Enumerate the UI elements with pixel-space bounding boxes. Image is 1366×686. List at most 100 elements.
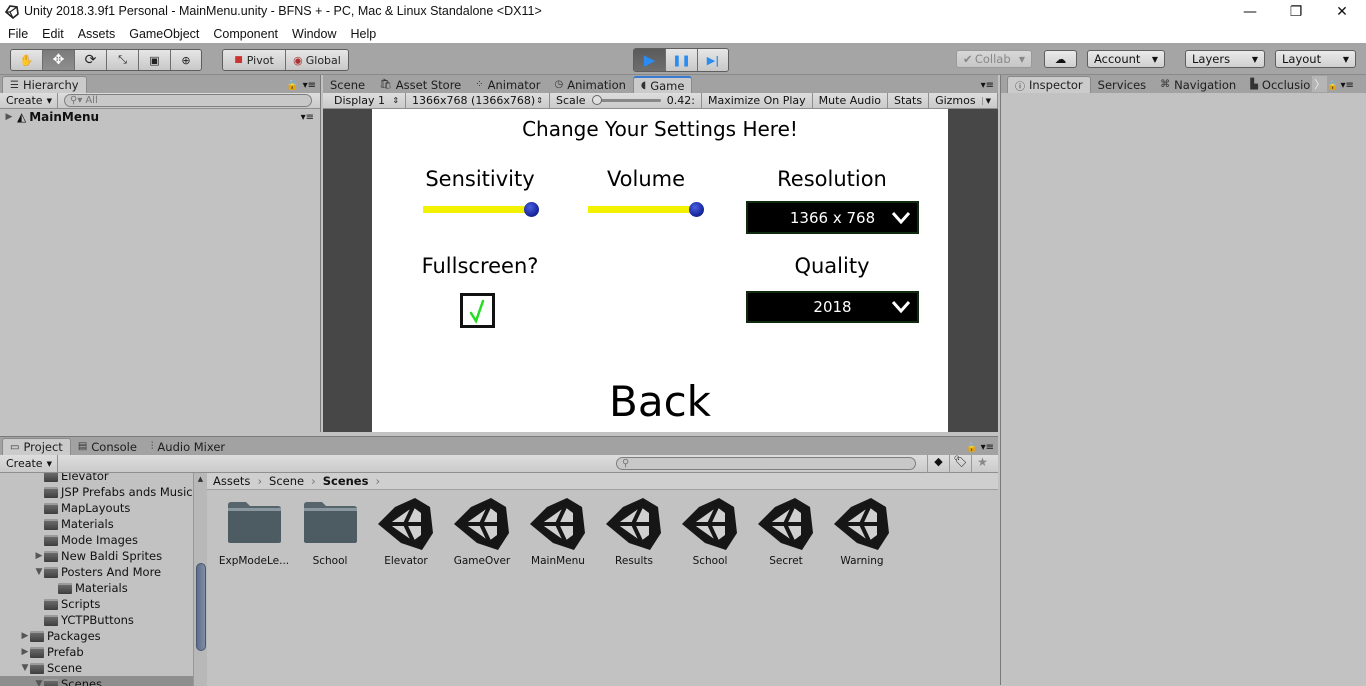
filter-by-type-button[interactable]: ◆ (927, 455, 949, 473)
tab-asset-store[interactable]: 🛍Asset Store (372, 76, 468, 93)
layers-dropdown[interactable]: Layers▼ (1185, 50, 1265, 68)
account-dropdown[interactable]: Account▼ (1087, 50, 1165, 68)
project-tree-item[interactable]: Elevator (34, 473, 109, 484)
favorites-button[interactable]: ★ (971, 455, 993, 473)
project-tree-item[interactable]: ▶Packages (20, 628, 101, 644)
menu-help[interactable]: Help (350, 27, 376, 41)
layout-dropdown[interactable]: Layout▼ (1275, 50, 1356, 68)
project-tree-item[interactable]: Mode Images (34, 532, 138, 548)
hand-tool-button[interactable]: ✋ (11, 50, 43, 70)
expanded-arrow-icon[interactable]: ▼ (34, 567, 44, 577)
menu-component[interactable]: Component (213, 27, 278, 41)
expand-arrow-icon[interactable]: ▶ (4, 112, 14, 122)
asset-folder[interactable]: School (292, 491, 368, 575)
scale-slider-handle[interactable] (592, 95, 602, 105)
panel-menu-icon[interactable]: ▾≡ (1341, 80, 1354, 91)
scroll-up-icon[interactable]: ▲ (194, 475, 207, 483)
collapsed-arrow-icon[interactable]: ▶ (20, 631, 30, 641)
hierarchy-search-input[interactable]: ⚲▾All (64, 94, 312, 107)
expanded-arrow-icon[interactable]: ▼ (20, 663, 30, 673)
panel-menu-icon[interactable]: ▾≡ (981, 80, 994, 91)
project-tree-item[interactable]: ▶New Baldi Sprites (34, 548, 162, 564)
back-button[interactable]: Back (560, 377, 760, 426)
volume-slider[interactable] (588, 206, 696, 214)
breadcrumb-scenes[interactable]: Scenes (323, 474, 369, 488)
stats-toggle[interactable]: Stats (888, 93, 929, 109)
restore-button[interactable]: ❐ (1273, 0, 1319, 24)
project-tree-item[interactable]: Materials (48, 580, 128, 596)
asset-scene[interactable]: GameOver (444, 491, 520, 575)
scale-slider[interactable] (592, 99, 661, 102)
collapsed-arrow-icon[interactable]: ▶ (20, 647, 30, 657)
tab-animation[interactable]: ◷Animation (548, 76, 633, 93)
asset-folder[interactable]: ExpModeLe... (216, 491, 292, 575)
tab-scene[interactable]: Scene (323, 76, 372, 93)
play-button[interactable]: ▶ (634, 49, 666, 71)
rect-tool-button[interactable]: ▣ (139, 50, 171, 70)
global-button[interactable]: ◉Global (286, 50, 348, 70)
lock-icon[interactable]: 🔒 (1327, 81, 1338, 91)
project-tree-item[interactable]: YCTPButtons (34, 612, 134, 628)
gizmos-toggle[interactable]: Gizmos▼ (929, 93, 998, 109)
asset-scene[interactable]: Results (596, 491, 672, 575)
sensitivity-slider[interactable] (423, 206, 531, 214)
asset-scene[interactable]: Elevator (368, 491, 444, 575)
lock-icon[interactable]: 🔒 (286, 80, 298, 91)
asset-scene[interactable]: MainMenu (520, 491, 596, 575)
volume-slider-handle[interactable] (689, 202, 704, 217)
tab-occlusion[interactable]: ▙Occlusio (1243, 76, 1312, 93)
project-tree-item[interactable]: ▼Posters And More (34, 564, 161, 580)
mute-audio-toggle[interactable]: Mute Audio (813, 93, 888, 109)
tab-hierarchy[interactable]: ☰Hierarchy (2, 76, 87, 93)
transform-tool-button[interactable]: ⊕ (171, 50, 201, 70)
rotate-tool-button[interactable]: ⟳ (75, 50, 107, 70)
breadcrumb-scene[interactable]: Scene (269, 474, 304, 488)
menu-assets[interactable]: Assets (78, 27, 116, 41)
tab-navigation[interactable]: ⌘Navigation (1153, 76, 1243, 93)
scale-tool-button[interactable]: ⤡ (107, 50, 139, 70)
display-dropdown[interactable]: Display 1⇕ (328, 93, 406, 109)
fullscreen-checkbox[interactable] (460, 293, 495, 328)
tab-animator[interactable]: ⁘Animator (468, 76, 547, 93)
tab-inspector[interactable]: ⓘInspector (1007, 76, 1091, 93)
move-tool-button[interactable]: ✥ (43, 50, 75, 70)
filter-by-label-button[interactable]: 🏷 (949, 455, 971, 473)
asset-scene[interactable]: School (672, 491, 748, 575)
asset-scene[interactable]: Secret (748, 491, 824, 575)
breadcrumb-assets[interactable]: Assets (213, 474, 250, 488)
tab-game[interactable]: ◖Game (633, 76, 693, 93)
hierarchy-item-mainmenu[interactable]: ▶ ◭ MainMenu ▾≡ (4, 109, 314, 125)
panel-menu-icon[interactable]: ▾≡ (303, 80, 316, 91)
minimize-button[interactable]: — (1227, 0, 1273, 24)
project-tree-item[interactable]: Scripts (34, 596, 100, 612)
menu-edit[interactable]: Edit (42, 27, 64, 41)
tab-console[interactable]: ▤Console (71, 438, 144, 455)
project-search-input[interactable]: ⚲ (616, 457, 916, 470)
sensitivity-slider-handle[interactable] (524, 202, 539, 217)
collab-dropdown[interactable]: ✔Collab▼ (956, 50, 1032, 68)
menu-gameobject[interactable]: GameObject (129, 27, 199, 41)
collapsed-arrow-icon[interactable]: ▶ (34, 551, 44, 561)
create-dropdown[interactable]: Create▼ (0, 93, 58, 109)
project-tree-scrollbar[interactable]: ▲ (193, 473, 207, 686)
project-tree-item[interactable]: ▼Scene (20, 660, 82, 676)
project-tree-item[interactable]: Materials (34, 516, 114, 532)
panel-menu-icon[interactable]: ▾≡ (981, 442, 994, 453)
project-tree-item[interactable]: JSP Prefabs ands Music (34, 484, 193, 500)
maximize-on-play-toggle[interactable]: Maximize On Play (702, 93, 813, 109)
pause-button[interactable]: ❚❚ (666, 49, 698, 71)
project-tree-item[interactable]: MapLayouts (34, 500, 130, 516)
project-tree-item[interactable]: ▶Prefab (20, 644, 84, 660)
quality-dropdown[interactable]: 2018 (746, 291, 919, 323)
step-button[interactable]: ▶| (698, 49, 728, 71)
lock-icon[interactable]: 🔒 (966, 443, 977, 453)
tab-services[interactable]: Services (1091, 76, 1154, 93)
close-button[interactable]: ✕ (1319, 0, 1365, 24)
project-create-dropdown[interactable]: Create▼ (0, 455, 58, 473)
tabs-scroll-right-icon[interactable]: 〉 (1312, 76, 1327, 92)
resolution-dropdown-ingame[interactable]: 1366 x 768 (746, 201, 919, 234)
menu-file[interactable]: File (8, 27, 28, 41)
asset-scene[interactable]: Warning (824, 491, 900, 575)
scrollbar-thumb[interactable] (196, 563, 206, 651)
scene-menu-icon[interactable]: ▾≡ (301, 112, 314, 123)
